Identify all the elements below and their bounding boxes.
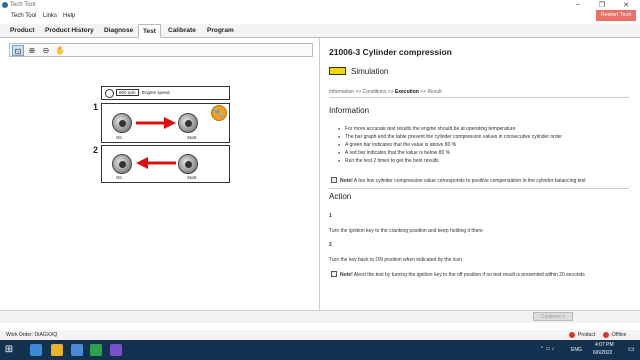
close-icon[interactable]: ✕ [620, 1, 632, 9]
breadcrumb: Information >> Conditions >> Execution >… [329, 89, 442, 95]
language-indicator[interactable]: ENG [571, 347, 582, 353]
action-step1-number: 1 [329, 213, 332, 219]
work-order: Work Order: DIAGXXQ [6, 332, 58, 338]
simulation-indicator [329, 67, 346, 75]
tab-product-history[interactable]: Product History [41, 24, 98, 38]
tab-test[interactable]: Test [138, 24, 161, 38]
status-bar: Work Order: DIAGXXQ Product Offline [0, 330, 640, 340]
app-logo-icon [2, 2, 8, 8]
app-taskbar-icon[interactable] [90, 344, 102, 356]
list-item: Run the test 2 times to get the best res… [338, 158, 439, 164]
tab-diagnose[interactable]: Diagnose [100, 24, 137, 38]
window-titlebar: Tech Tool – ❐ ✕ [0, 0, 640, 11]
simulation-label: Simulation [351, 67, 389, 76]
taskbar: ⊞ ⌃ ▭ ♪ ENG 4:07 PM 6/6/2022 ▭ [0, 340, 640, 360]
menu-bar: Tech Tool Links Help [0, 11, 640, 22]
ignition-key-start-icon [178, 113, 198, 133]
action-step2-number: 2 [329, 242, 332, 248]
menu-item-links[interactable]: Links [43, 13, 57, 19]
engine-speed-caption: Engine speed [142, 90, 170, 95]
ignition-key-start-icon [178, 154, 198, 174]
offline-status-icon [603, 332, 609, 338]
app-taskbar-icon[interactable] [110, 344, 122, 356]
note-icon [331, 271, 337, 277]
instructions-pane [322, 38, 640, 310]
breadcrumb-execution: Execution [394, 89, 419, 95]
system-tray-icons[interactable]: ⌃ ▭ ♪ [540, 346, 554, 352]
step2-start-label: Start [187, 175, 197, 180]
list-item: A red bar indicates that the value is be… [338, 150, 450, 156]
tab-bar: Product Product History Diagnose Test Ca… [0, 24, 640, 38]
windows-start-icon[interactable]: ⊞ [3, 344, 15, 356]
notifications-icon[interactable]: ▭ [628, 345, 635, 353]
ignition-key-on-icon [112, 154, 132, 174]
step1-start-label: Start [187, 135, 197, 140]
ignition-key-on-icon [112, 113, 132, 133]
zoom-out-icon[interactable]: ⊖ [40, 45, 52, 56]
continue-button[interactable]: Continue > [533, 312, 573, 321]
arrow-right-icon [136, 117, 176, 129]
action-heading: Action [329, 192, 352, 201]
window-title: Tech Tool [10, 2, 36, 8]
tab-program[interactable]: Program [203, 24, 238, 38]
list-item: A green bar indicates that the value is … [338, 142, 456, 148]
pan-hand-icon[interactable]: ✋ [54, 45, 66, 56]
zoom-fit-icon[interactable]: ⊡ [12, 45, 24, 56]
breadcrumb-result: Result [427, 89, 442, 95]
list-item: For more accurate test results the engin… [338, 126, 515, 132]
step2-on-label: On [116, 175, 123, 180]
divider [329, 188, 629, 189]
note-icon [331, 177, 337, 183]
action-step1-text: Turn the ignition key to the cranking po… [329, 228, 483, 234]
step2-box: On Start [101, 145, 230, 183]
clock-time[interactable]: 4:07 PM [595, 342, 614, 348]
test-title: 21006-3 Cylinder compression [329, 47, 452, 57]
minimize-icon[interactable]: – [572, 1, 584, 8]
file-explorer-icon[interactable] [51, 344, 63, 356]
product-status-icon [569, 332, 575, 338]
tab-calibrate[interactable]: Calibrate [164, 24, 200, 38]
list-item: The bar graph and the table present the … [338, 134, 562, 140]
clock-date[interactable]: 6/6/2022 [593, 350, 612, 356]
zoom-in-icon[interactable]: ⊕ [26, 45, 38, 56]
wrench-icon: 🔧 [211, 105, 227, 121]
step2-number: 2 [93, 145, 99, 155]
tab-product[interactable]: Product [6, 24, 39, 38]
action-step2-text: Turn the key back to ON position when in… [329, 257, 462, 263]
engine-speed-box: 600 rpm Engine speed [101, 86, 230, 100]
diagram-toolbar: ⊡ ⊕ ⊖ ✋ [9, 43, 313, 57]
restart-button[interactable]: Restart Tech Tool [596, 10, 636, 29]
maximize-icon[interactable]: ❐ [596, 1, 608, 9]
gauge-icon [105, 89, 114, 98]
techtool-taskbar-icon[interactable] [30, 344, 42, 356]
menu-item-techtool[interactable]: Tech Tool [11, 13, 36, 19]
action-note: Note! Abort the test by turning the igni… [340, 272, 585, 278]
engine-speed-value: 600 rpm [116, 89, 139, 96]
menu-item-help[interactable]: Help [63, 13, 75, 19]
breadcrumb-conditions: Conditions [362, 89, 387, 95]
arrow-left-icon [136, 157, 176, 169]
offline-status-label: Offline [612, 332, 627, 338]
information-heading: Information [329, 106, 370, 115]
app-taskbar-icon[interactable] [71, 344, 83, 356]
product-status-label: Product [578, 332, 596, 338]
information-note: Note! A too low cylinder compression val… [340, 178, 586, 184]
step1-on-label: On [116, 135, 123, 140]
breadcrumb-information: Information [329, 89, 355, 95]
step1-number: 1 [93, 102, 99, 112]
divider [329, 97, 629, 98]
